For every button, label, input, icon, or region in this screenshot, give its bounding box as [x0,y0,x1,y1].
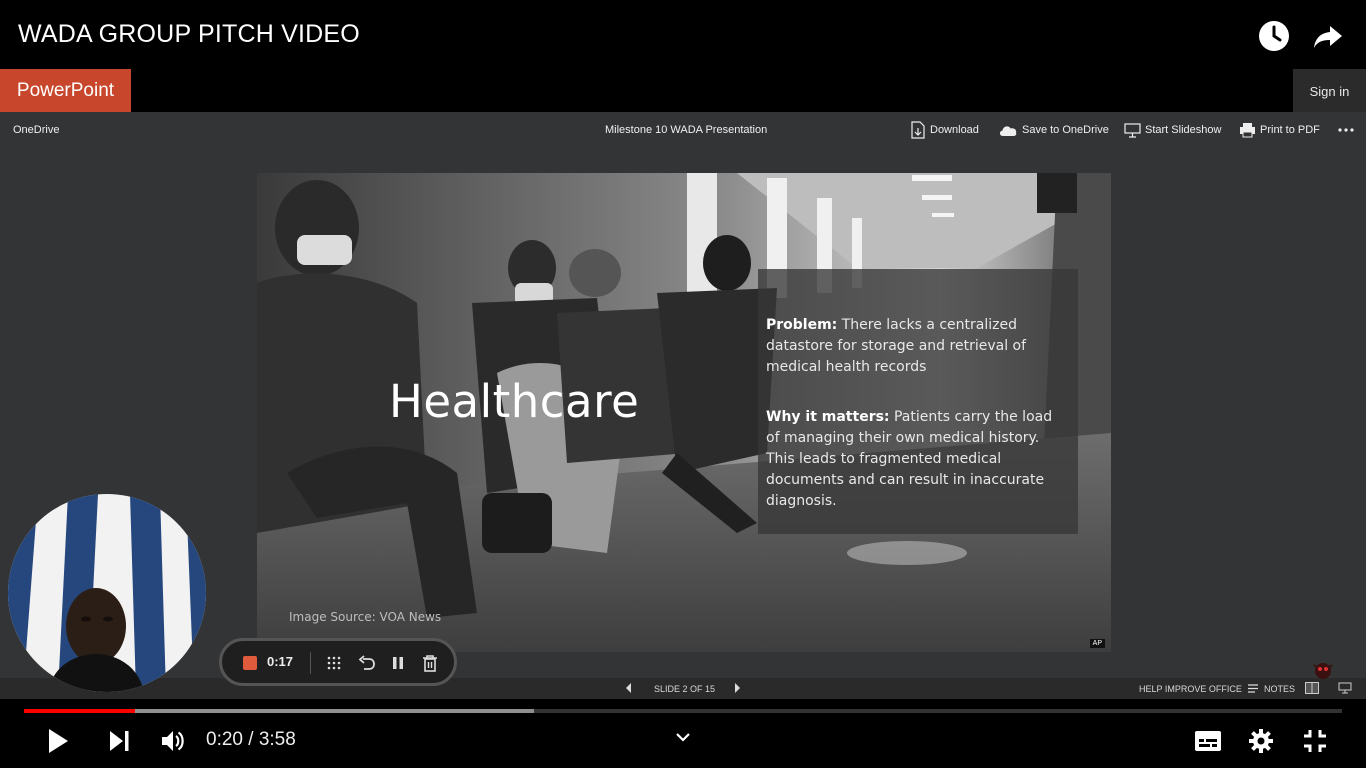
printer-icon [1240,123,1255,138]
settings-gear-icon[interactable] [1248,728,1274,754]
save-label: Save to OneDrive [1022,124,1109,136]
recording-elapsed: 0:17 [267,654,294,669]
reading-view-icon[interactable] [1305,682,1319,694]
slideshow-label: Start Slideshow [1145,124,1222,136]
problem-paragraph: Problem: There lacks a centralized datas… [766,315,1066,378]
ap-badge: AP [1089,639,1105,648]
progress-played [24,709,135,713]
recorder-divider [310,652,311,674]
subtitles-icon[interactable] [1194,729,1222,753]
why-label: Why it matters: [766,409,890,425]
help-improve-office-link[interactable]: HELP IMPROVE OFFICE [1139,684,1242,694]
why-paragraph: Why it matters: Patients carry the load … [766,407,1066,512]
notes-button[interactable]: NOTES [1264,684,1295,694]
slideshow-icon [1124,123,1141,138]
presenter-video [8,494,206,692]
print-label: Print to PDF [1260,124,1320,136]
time-display: 0:20 / 3:58 [206,729,296,751]
mascot-icon [1313,663,1333,679]
next-video-icon[interactable] [108,730,132,752]
download-icon [911,121,925,139]
time-separator: / [242,729,259,750]
drag-handle-icon[interactable] [326,655,342,671]
slide-text-box: Problem: There lacks a centralized datas… [758,269,1078,534]
download-button[interactable]: Download [910,120,979,140]
exit-fullscreen-icon[interactable] [1302,728,1328,754]
play-icon[interactable] [46,728,70,754]
webcam-bubble[interactable] [8,494,206,692]
save-to-onedrive-button[interactable]: Save to OneDrive [998,120,1109,140]
breadcrumb-onedrive[interactable]: OneDrive [13,124,59,136]
time-total: 3:58 [258,729,296,750]
more-options-icon[interactable] [1338,120,1354,140]
powerpoint-header [0,69,1366,112]
time-current: 0:20 [206,729,243,750]
pause-recording-icon[interactable] [391,655,405,671]
sign-in-button[interactable]: Sign in [1293,69,1366,112]
cloud-icon [999,126,1017,136]
download-label: Download [930,124,979,136]
volume-icon[interactable] [160,729,186,753]
slide-title: Healthcare [389,375,640,428]
undo-icon[interactable] [358,655,376,671]
notes-icon [1248,684,1258,693]
delete-recording-icon[interactable] [422,654,438,672]
document-title: Milestone 10 WADA Presentation [605,124,768,136]
chevron-down-icon[interactable] [675,731,691,743]
stop-recording-button[interactable] [243,656,257,670]
image-source-caption: Image Source: VOA News [289,610,442,624]
powerpoint-brand[interactable]: PowerPoint [0,69,131,112]
problem-label: Problem: [766,317,838,333]
previous-slide-icon[interactable] [624,682,634,694]
next-slide-icon[interactable] [732,682,742,694]
share-icon[interactable] [1310,18,1346,54]
slide-indicator: SLIDE 2 OF 15 [654,684,716,694]
presenter-view-icon[interactable] [1338,682,1352,694]
print-to-pdf-button[interactable]: Print to PDF [1239,120,1320,140]
recorder-toolbar: 0:17 [219,638,457,686]
video-title[interactable]: WADA GROUP PITCH VIDEO [18,20,360,49]
watch-later-icon[interactable] [1256,18,1292,54]
slide: Healthcare Problem: There lacks a centra… [257,173,1111,652]
start-slideshow-button[interactable]: Start Slideshow [1124,120,1221,140]
